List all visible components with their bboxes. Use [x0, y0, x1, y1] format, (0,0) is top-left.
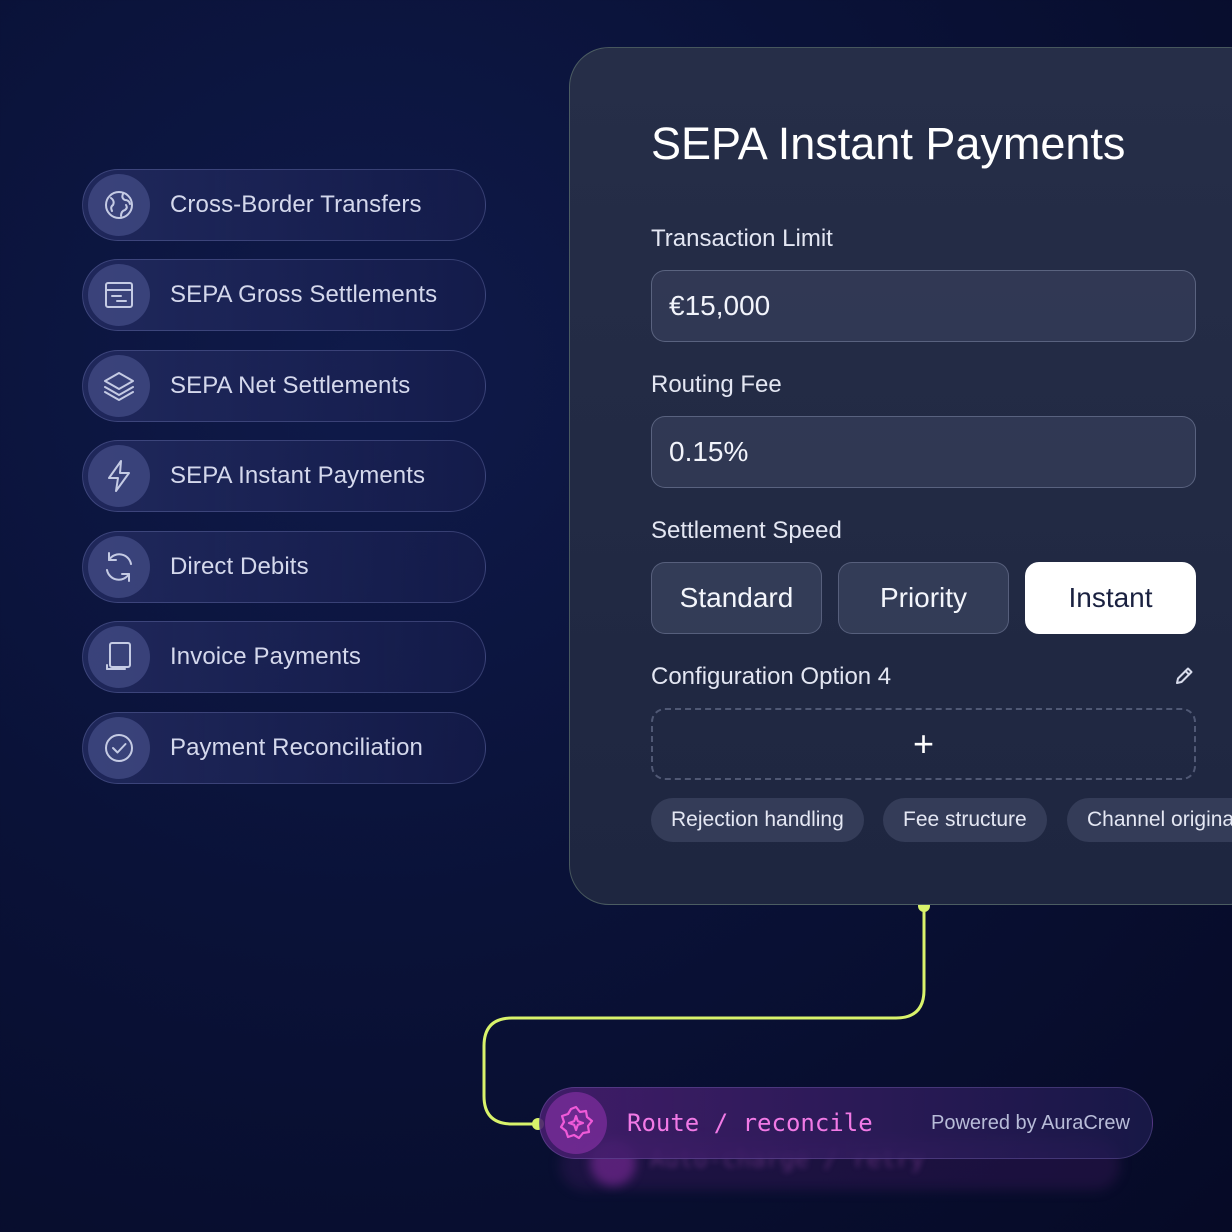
- lightning-icon: [88, 445, 150, 507]
- routing-fee-input[interactable]: 0.15%: [651, 416, 1196, 488]
- pencil-icon[interactable]: [1173, 665, 1195, 687]
- speed-option-standard[interactable]: Standard: [651, 562, 822, 634]
- sidebar-item-cross-border-transfers[interactable]: Cross-Border Transfers: [82, 169, 486, 241]
- sidebar-item-sepa-gross-settlements[interactable]: SEPA Gross Settlements: [82, 259, 486, 331]
- sparkle-gear-icon: [545, 1092, 607, 1154]
- sidebar-item-label: SEPA Instant Payments: [170, 462, 426, 489]
- add-config-button[interactable]: +: [651, 708, 1196, 780]
- sidebar-item-label: SEPA Gross Settlements: [170, 281, 438, 308]
- sidebar-item-label: Invoice Payments: [170, 643, 362, 670]
- speed-option-priority[interactable]: Priority: [838, 562, 1009, 634]
- transaction-limit-label: Transaction Limit: [651, 225, 833, 252]
- transaction-limit-input[interactable]: €15,000: [651, 270, 1196, 342]
- routing-fee-label: Routing Fee: [651, 371, 782, 398]
- sidebar-item-label: Payment Reconciliation: [170, 734, 423, 761]
- route-pill[interactable]: Route / reconcile Powered by AuraCrew: [539, 1087, 1153, 1159]
- document-icon: [88, 626, 150, 688]
- card-title: SEPA Instant Payments: [651, 118, 1126, 169]
- archive-icon: [88, 264, 150, 326]
- sidebar-item-sepa-net-settlements[interactable]: SEPA Net Settlements: [82, 350, 486, 422]
- routing-fee-value: 0.15%: [669, 436, 749, 467]
- chip-rejection-handling[interactable]: Rejection handling: [651, 798, 864, 842]
- sidebar-item-sepa-instant-payments[interactable]: SEPA Instant Payments: [82, 440, 486, 512]
- sidebar-item-payment-reconciliation[interactable]: Payment Reconciliation: [82, 712, 486, 784]
- sidebar-item-invoice-payments[interactable]: Invoice Payments: [82, 621, 486, 693]
- config-option-label: Configuration Option 4: [651, 663, 892, 690]
- settlement-speed-label: Settlement Speed: [651, 517, 842, 544]
- route-label: Route / reconcile: [627, 1109, 873, 1137]
- speed-option-instant[interactable]: Instant: [1025, 562, 1196, 634]
- layers-icon: [88, 355, 150, 417]
- plus-icon: +: [912, 723, 935, 764]
- check-circle-icon: [88, 717, 150, 779]
- sidebar-item-label: Cross-Border Transfers: [170, 191, 422, 218]
- chip-channel-origin[interactable]: Channel origina: [1067, 798, 1232, 842]
- globe-icon: [88, 174, 150, 236]
- refresh-icon: [88, 536, 150, 598]
- chip-fee-structure[interactable]: Fee structure: [883, 798, 1047, 842]
- powered-by-label: Powered by AuraCrew: [931, 1111, 1130, 1134]
- sidebar-item-direct-debits[interactable]: Direct Debits: [82, 531, 486, 603]
- payment-config-card: SEPA Instant Payments Transaction Limit …: [569, 47, 1232, 905]
- sidebar-item-label: SEPA Net Settlements: [170, 372, 411, 399]
- transaction-limit-value: €15,000: [669, 290, 771, 321]
- sidebar-item-label: Direct Debits: [170, 553, 309, 580]
